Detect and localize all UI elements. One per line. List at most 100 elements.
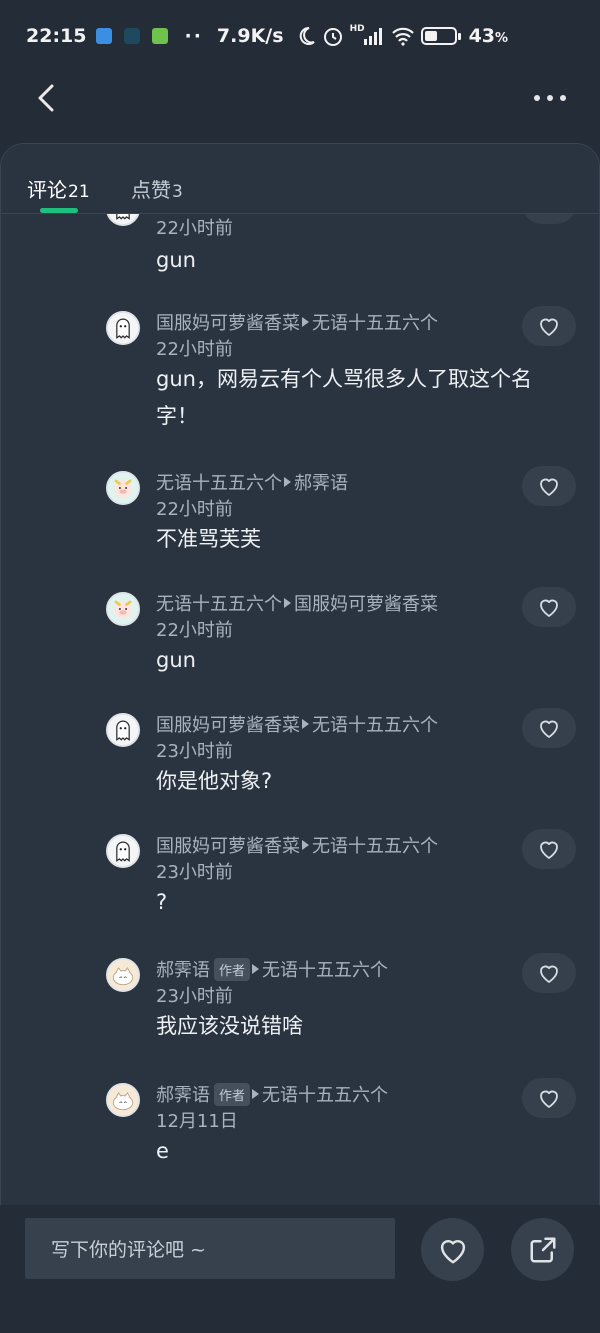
tab-count: 3 — [172, 182, 183, 202]
heart-icon — [540, 841, 558, 859]
author-name[interactable]: 国服妈可萝酱香菜 — [156, 832, 300, 858]
active-tab-indicator — [40, 208, 78, 213]
comment-time: 22小时前 — [156, 218, 233, 239]
heart-icon — [540, 318, 558, 336]
like-button[interactable] — [522, 306, 576, 346]
like-button[interactable] — [522, 953, 576, 993]
comment-text: 我应该没说错啥 — [156, 1014, 303, 1038]
comment-list[interactable]: 22小时前 gun 国服妈可萝酱香菜 无语十五五六个 22小时前 gun，网易云… — [1, 214, 599, 1205]
comment-text: 不准骂芙芙 — [156, 527, 261, 551]
bottom-bar: 写下你的评论吧 ~ — [0, 1205, 600, 1333]
more-dot — [547, 95, 553, 101]
share-button[interactable] — [511, 1218, 574, 1281]
reply-arrow-icon — [302, 317, 309, 327]
comment-authors: 无语十五五六个 国服妈可萝酱香菜 — [156, 590, 438, 616]
hd-label: HD — [349, 24, 365, 34]
comment-authors: 国服妈可萝酱香菜 无语十五五六个 — [156, 832, 438, 858]
comment-authors: 郝霁语 作者 无语十五五六个 — [156, 956, 388, 982]
comment-text: ? — [156, 890, 168, 914]
comment-text: gun — [156, 648, 196, 672]
avatar[interactable] — [106, 713, 140, 747]
comment-text: gun，网易云有个人骂很多人了取这个名字！ — [156, 367, 532, 428]
like-button[interactable] — [522, 214, 576, 224]
heart-icon — [540, 1090, 558, 1108]
more-dot — [534, 95, 540, 101]
like-button[interactable] — [522, 466, 576, 506]
comment-input[interactable]: 写下你的评论吧 ~ — [25, 1218, 395, 1279]
avatar[interactable] — [106, 214, 140, 226]
heart-icon — [540, 478, 558, 496]
comment-text: e — [156, 1139, 169, 1163]
reply-arrow-icon — [252, 964, 260, 974]
author-name[interactable]: 无语十五五六个 — [156, 469, 282, 495]
comment-authors: 国服妈可萝酱香菜 无语十五五六个 — [156, 309, 438, 335]
tab-bar: 评论21 点赞3 — [1, 144, 599, 214]
chevron-left-icon — [38, 84, 54, 112]
comments-panel: 评论21 点赞3 22小时前 gun 国服妈可萝酱香菜 无语十五五六个 22小时… — [0, 143, 600, 1205]
comment-authors: 郝霁语 作者 无语十五五六个 — [156, 1081, 388, 1107]
author-badge: 作者 — [214, 957, 251, 981]
top-bar — [0, 72, 600, 132]
back-button[interactable] — [30, 80, 66, 116]
avatar[interactable] — [106, 1083, 140, 1117]
app-notification-icon — [152, 28, 169, 44]
reply-to-name[interactable]: 无语十五五六个 — [312, 832, 438, 858]
avatar[interactable] — [106, 592, 140, 626]
author-name[interactable]: 郝霁语 — [156, 956, 210, 982]
like-button[interactable] — [522, 587, 576, 627]
author-name[interactable]: 国服妈可萝酱香菜 — [156, 309, 300, 335]
comment-time: 23小时前 — [156, 986, 233, 1007]
heart-icon — [537, 214, 561, 215]
reply-arrow-icon — [284, 598, 291, 608]
reply-to-name[interactable]: 无语十五五六个 — [262, 956, 388, 982]
heart-icon — [440, 1239, 465, 1263]
comment-time: 22小时前 — [156, 499, 233, 520]
comment-time: 22小时前 — [156, 339, 233, 360]
more-button[interactable] — [534, 90, 574, 106]
author-name[interactable]: 无语十五五六个 — [156, 590, 282, 616]
reply-to-name[interactable]: 无语十五五六个 — [312, 309, 438, 335]
tab-label: 评论 — [27, 178, 67, 202]
reply-to-name[interactable]: 无语十五五六个 — [312, 711, 438, 737]
comment-time: 12月11日 — [156, 1111, 238, 1132]
app-notification-icon — [96, 28, 113, 44]
reply-to-name[interactable]: 国服妈可萝酱香菜 — [294, 590, 438, 616]
avatar[interactable] — [106, 958, 140, 992]
comment-time: 22小时前 — [156, 620, 233, 641]
comment-time: 23小时前 — [156, 862, 233, 883]
reply-arrow-icon — [284, 477, 291, 487]
heart-icon — [540, 720, 558, 738]
reply-arrow-icon — [302, 840, 309, 850]
tab-comments[interactable]: 评论21 — [27, 174, 90, 203]
tab-count: 21 — [68, 182, 90, 202]
avatar[interactable] — [106, 311, 140, 345]
reply-to-name[interactable]: 郝霁语 — [294, 469, 348, 495]
more-notifications-icon: ·· — [184, 25, 203, 47]
avatar[interactable] — [106, 834, 140, 868]
author-name[interactable]: 国服妈可萝酱香菜 — [156, 711, 300, 737]
reply-to-name[interactable]: 无语十五五六个 — [262, 1081, 388, 1107]
tab-label: 点赞 — [131, 178, 171, 202]
app-notification-icon — [124, 28, 141, 44]
reply-arrow-icon — [302, 719, 309, 729]
reply-arrow-icon — [252, 1089, 260, 1099]
like-button[interactable] — [522, 1078, 576, 1118]
author-name[interactable]: 郝霁语 — [156, 1081, 210, 1107]
like-button[interactable] — [522, 829, 576, 869]
comment-text: gun — [156, 248, 196, 272]
avatar[interactable] — [106, 471, 140, 505]
like-post-button[interactable] — [421, 1218, 484, 1281]
status-time: 22:15 — [26, 25, 87, 47]
author-badge: 作者 — [214, 1082, 251, 1106]
battery-icon — [420, 27, 461, 45]
moon-icon — [299, 26, 315, 45]
like-button[interactable] — [522, 708, 576, 748]
heart-icon — [540, 965, 558, 983]
comment-authors: 无语十五五六个 郝霁语 — [156, 469, 348, 495]
comment-text: 你是他对象? — [156, 769, 273, 793]
tab-likes[interactable]: 点赞3 — [131, 174, 183, 203]
share-icon — [530, 1237, 555, 1262]
comment-authors: 国服妈可萝酱香菜 无语十五五六个 — [156, 711, 438, 737]
more-dot — [560, 95, 566, 101]
status-bar: 22:15 ·· 7.9K/s HD 43% — [0, 0, 600, 72]
